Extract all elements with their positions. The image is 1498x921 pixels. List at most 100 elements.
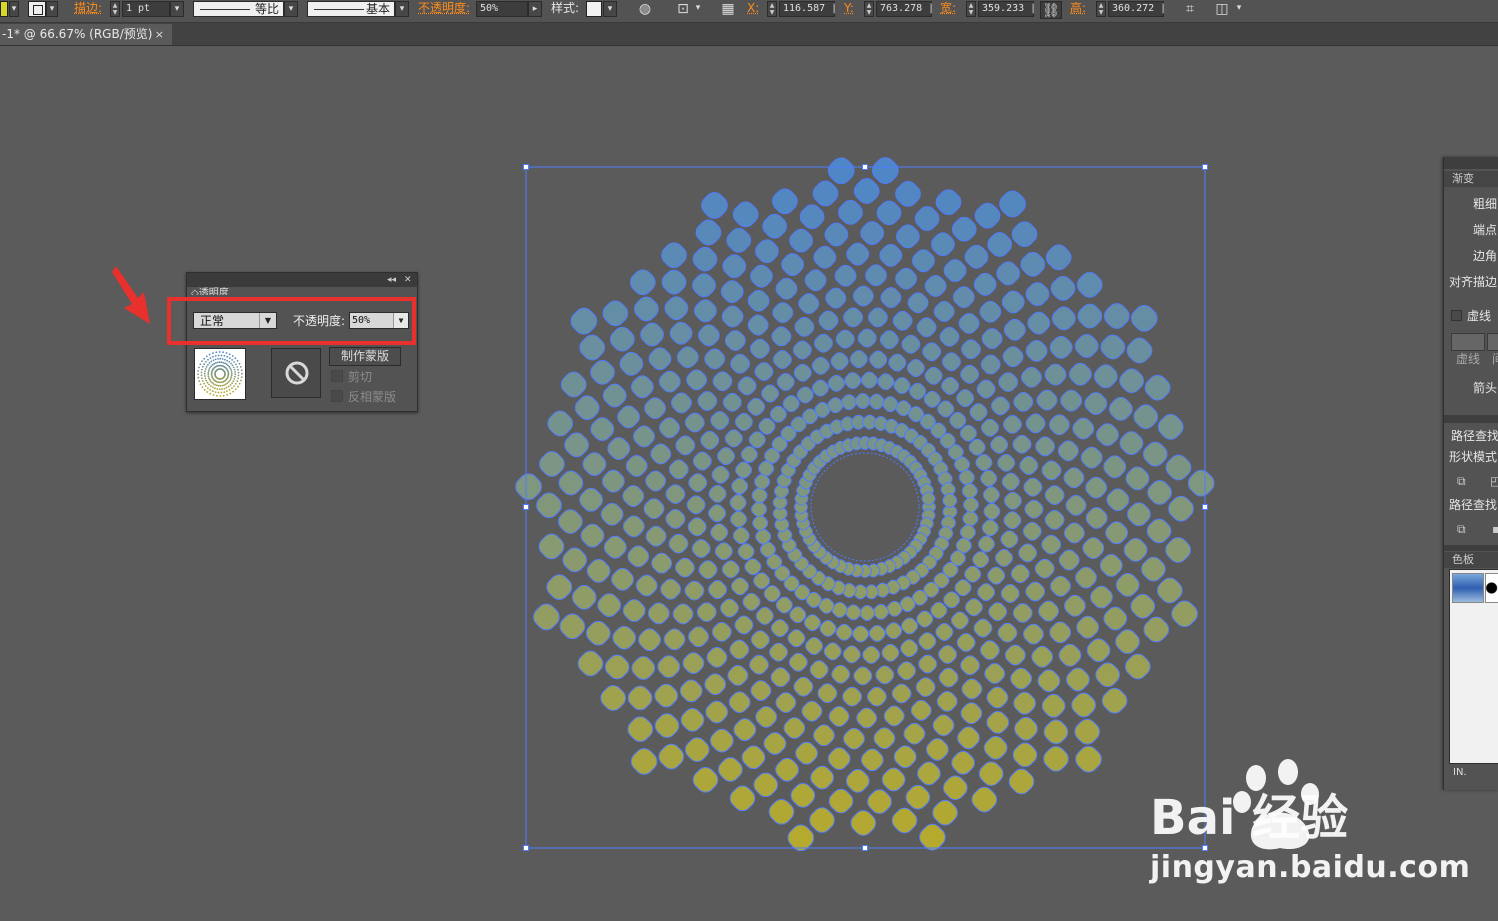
stroke-weight-spinner[interactable]: ▲ ▼ — [110, 1, 120, 17]
thumbnail-dot — [223, 355, 226, 357]
invert-mask-checkbox[interactable]: 反相蒙版 — [331, 389, 396, 405]
brush-dropdown[interactable]: ▾ — [395, 1, 409, 17]
artwork-dot — [726, 227, 752, 253]
tab-pathfinder[interactable]: 路径查找 — [1451, 428, 1498, 444]
y-field[interactable]: 763.278 | — [876, 1, 934, 17]
artwork-dot — [533, 603, 560, 631]
thumbnail-dot — [199, 363, 202, 366]
artwork-dot — [645, 525, 667, 547]
artwork-dot — [916, 317, 937, 338]
artwork-dot — [956, 389, 975, 408]
mask-thumbnail-slot[interactable] — [271, 348, 321, 398]
artwork-dot — [1024, 499, 1044, 519]
thumbnail-dot — [218, 351, 221, 353]
isolate-dropdown[interactable]: ▾ — [1232, 1, 1246, 17]
artwork-dot — [651, 552, 673, 574]
artwork-dot — [1023, 477, 1043, 497]
swatch-list[interactable] — [1449, 569, 1498, 764]
transform-reference-dropdown[interactable]: ▾ — [691, 1, 705, 17]
isolate-icon[interactable]: ◫ — [1212, 0, 1232, 22]
panel-titlebar[interactable]: ◂◂ ✕ — [187, 273, 417, 287]
thumbnail-dot — [223, 391, 226, 393]
artwork-dot — [852, 625, 870, 643]
collapse-icon[interactable]: ◂◂ — [387, 273, 396, 287]
pattern-swatch[interactable] — [1485, 573, 1498, 603]
x-field[interactable]: 116.587 | — [779, 1, 837, 17]
artwork-thumbnail[interactable] — [194, 348, 246, 400]
artwork-dot — [1044, 509, 1065, 530]
artwork-dot — [688, 626, 709, 648]
make-mask-button[interactable]: 制作蒙版 — [329, 347, 401, 366]
artwork-dot — [988, 602, 1008, 622]
transform-reference-icon[interactable]: ⊡ — [674, 0, 692, 22]
artwork-dot — [1103, 455, 1127, 479]
artwork-dot — [1041, 693, 1066, 718]
dash-field[interactable] — [1451, 333, 1485, 351]
tab-swatches[interactable]: 色板 — [1444, 552, 1498, 568]
artwork-dot — [1065, 494, 1087, 516]
link-icon[interactable]: ⛓ — [1040, 1, 1062, 19]
artwork-dot — [1119, 431, 1144, 455]
y-spinner[interactable]: ▲ ▼ — [864, 1, 874, 17]
divide-icon[interactable]: ⧉ — [1457, 522, 1466, 536]
profile-dropdown[interactable]: ▾ — [284, 1, 298, 17]
close-icon[interactable]: ✕ — [404, 273, 412, 287]
graphic-style-swatch[interactable] — [586, 1, 602, 17]
transform-bounds-icon[interactable]: ⌗ — [1180, 0, 1200, 22]
swatch-library-menu[interactable]: IN. — [1453, 765, 1467, 781]
dashed-line-checkbox[interactable]: 虚线 — [1451, 308, 1491, 324]
document-tab[interactable]: -1* @ 66.67% (RGB/预览) × — [0, 24, 172, 45]
width-label[interactable]: 宽: — [940, 0, 956, 22]
stroke-weight-dropdown[interactable]: ▾ — [170, 1, 184, 17]
checkbox-icon — [1451, 310, 1462, 321]
thumbnail-dot — [227, 381, 230, 383]
panel-grip[interactable] — [1444, 157, 1498, 169]
panel-tab-transparency[interactable]: ◇透明度 — [191, 287, 229, 295]
x-label[interactable]: X: — [747, 0, 759, 22]
height-field[interactable]: 360.272 | — [1108, 1, 1166, 17]
x-spinner[interactable]: ▲ ▼ — [767, 1, 777, 17]
align-grid-icon[interactable]: ▦ — [718, 0, 738, 22]
stroke-label[interactable]: 描边: — [74, 0, 102, 22]
brush-definition[interactable]: 基本 — [307, 1, 395, 17]
width-field[interactable]: 359.233 | — [978, 1, 1036, 17]
y-label[interactable]: Y: — [844, 0, 854, 22]
artwork-dot — [873, 727, 896, 750]
fill-dropdown[interactable]: ▾ — [9, 1, 19, 17]
artwork-dot — [775, 692, 797, 713]
trim-icon[interactable]: ▪ — [1492, 522, 1498, 536]
thumbnail-dot — [232, 390, 235, 393]
thumbnail-dot — [214, 387, 216, 390]
fill-swatch-icon[interactable] — [0, 1, 8, 17]
opacity-label[interactable]: 不透明度: — [418, 0, 470, 22]
opacity-field[interactable]: 50% — [476, 1, 528, 17]
height-spinner[interactable]: ▲ ▼ — [1096, 1, 1106, 17]
stroke-swatch-icon[interactable] — [28, 1, 46, 17]
artwork-dot — [665, 508, 686, 529]
stroke-corner-label: 边角 — [1473, 249, 1498, 263]
artwork-dot — [700, 430, 720, 450]
minus-front-icon[interactable]: ◰ — [1490, 474, 1498, 488]
thumbnail-dot — [228, 361, 231, 363]
opacity-dropdown[interactable]: ▸ — [528, 1, 542, 17]
variable-width-profile[interactable]: 等比 — [193, 1, 284, 17]
artwork-dot — [1075, 745, 1102, 773]
artwork-dot — [1043, 745, 1069, 772]
gap-field[interactable] — [1487, 333, 1498, 351]
clip-checkbox[interactable]: 剪切 — [331, 369, 372, 385]
gradient-swatch[interactable] — [1452, 573, 1484, 603]
width-spinner[interactable]: ▲ ▼ — [966, 1, 976, 17]
artwork-dot — [692, 766, 719, 793]
tab-gradient[interactable]: 渐变 — [1444, 171, 1498, 187]
thumbnail-dot — [229, 392, 232, 395]
stroke-dropdown[interactable]: ▾ — [46, 1, 58, 17]
thumbnail-dot — [200, 371, 203, 374]
artwork-dot — [1096, 423, 1119, 446]
recolor-icon[interactable]: ◍ — [636, 0, 654, 22]
stroke-weight-field[interactable]: 1 pt — [122, 1, 170, 17]
height-label[interactable]: 高: — [1070, 0, 1086, 22]
style-dropdown[interactable]: ▾ — [603, 1, 617, 17]
unite-icon[interactable]: ⧉ — [1457, 474, 1466, 488]
close-icon[interactable]: × — [155, 24, 164, 45]
thumbnail-dot — [203, 357, 206, 360]
